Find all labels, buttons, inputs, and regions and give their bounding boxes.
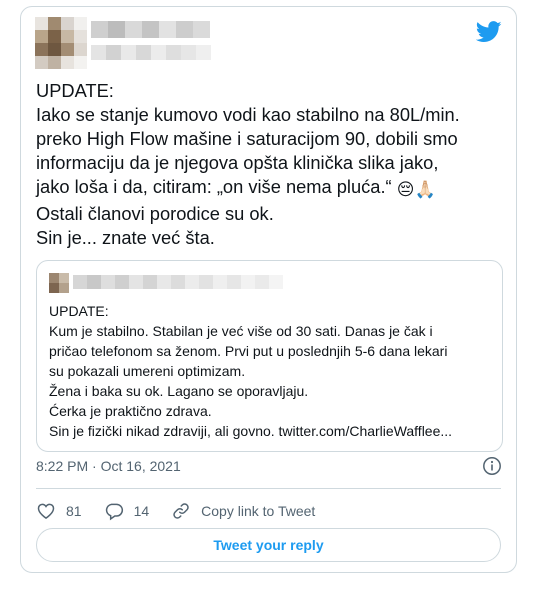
tweet-line: jako loša i da, citiram: „on više nema p… <box>36 176 392 197</box>
display-name-redacted[interactable] <box>91 21 210 38</box>
divider <box>36 488 501 489</box>
heart-icon <box>37 503 55 519</box>
reply-button[interactable]: 14 <box>104 501 150 521</box>
reply-bubble-icon <box>105 503 123 521</box>
twitter-bird-icon[interactable] <box>476 21 502 43</box>
tweet-line: Sin je... znate već šta. <box>36 227 215 248</box>
tweet-line: Iako se stanje kumovo vodi kao stabilno … <box>36 104 460 125</box>
link-icon <box>173 503 189 519</box>
tweet-your-reply-button[interactable]: Tweet your reply <box>36 528 501 562</box>
tweet-date: Oct 16, 2021 <box>100 458 181 474</box>
quoted-tweet[interactable]: UPDATE: Kum je stabilno. Stabilan je već… <box>36 260 503 452</box>
avatar[interactable] <box>35 17 87 69</box>
copy-link-button[interactable]: Copy link to Tweet <box>171 501 315 521</box>
copy-link-label: Copy link to Tweet <box>201 503 316 519</box>
folded-hands-emoji-icon: 🙏🏻 <box>414 180 436 199</box>
tweet-line: informaciju da je njegova opšta klinička… <box>36 152 439 173</box>
handle-redacted[interactable] <box>91 45 211 60</box>
tweet-timestamp[interactable]: 8:22 PM · Oct 16, 2021 <box>36 458 181 474</box>
tweet-line: preko High Flow mašine i saturacijom 90,… <box>36 128 458 149</box>
tweet-line: Ostali članovi porodice su ok. <box>36 203 274 224</box>
quoted-tweet-text: UPDATE: Kum je stabilno. Stabilan je već… <box>49 303 453 439</box>
info-icon[interactable] <box>482 456 502 476</box>
meta-separator: · <box>92 458 97 474</box>
quoted-avatar <box>49 273 69 293</box>
action-bar: 81 14 Copy link to Tweet <box>36 501 337 521</box>
like-count: 81 <box>66 503 82 519</box>
tweet-card: UPDATE: Iako se stanje kumovo vodi kao s… <box>20 6 517 573</box>
tweet-text: UPDATE: Iako se stanje kumovo vodi kao s… <box>36 79 511 250</box>
like-button[interactable]: 81 <box>36 501 82 521</box>
pensive-face-emoji-icon: 😔 <box>396 180 415 199</box>
reply-count: 14 <box>133 503 150 519</box>
quoted-author-redacted <box>73 275 283 289</box>
tweet-line: UPDATE: <box>36 80 114 101</box>
tweet-time: 8:22 PM <box>36 458 89 474</box>
